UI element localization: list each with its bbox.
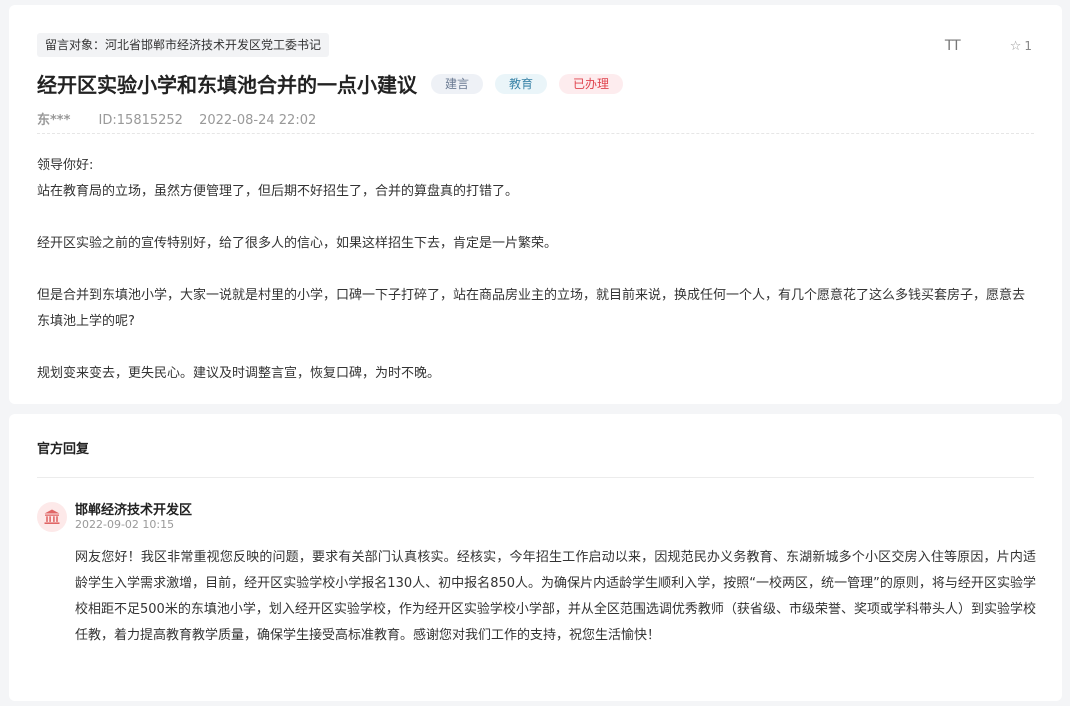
message-card: 留言对象：河北省邯郸市经济技术开发区党工委书记 TT ☆ 1 经开区实验小学和东… — [9, 5, 1062, 404]
tag-education: 教育 — [495, 73, 548, 94]
reply-heading: 官方回复 — [37, 442, 90, 457]
post-datetime: 2022-08-24 22:02 — [199, 113, 317, 128]
page-title: 经开区实验小学和东填池合并的一点小建议 — [37, 73, 417, 97]
font-size-icon[interactable]: TT — [944, 38, 961, 54]
font-size-label: TT — [944, 38, 961, 54]
star-icon: ☆ — [1009, 38, 1022, 54]
status-badge: 已办理 — [559, 73, 624, 94]
favorite-button[interactable]: ☆ 1 — [1010, 39, 1032, 54]
divider — [37, 477, 1034, 478]
content-paragraph: 站在教育局的立场，虽然方便管理了，但后期不好招生了，合并的算盘真的打错了。 — [37, 184, 519, 199]
org-name: 邯郸经济技术开发区 — [75, 503, 193, 518]
tag-suggestion: 建言 — [431, 73, 484, 94]
content-paragraph: 领导你好: — [37, 158, 94, 173]
content-paragraph: 但是合并到东填池小学，大家一说就是村里的小学，口碑一下子打碎了，站在商品房业主的… — [37, 288, 1026, 329]
post-meta: 东*** ID:15815252 2022-08-24 22:02 — [37, 109, 316, 128]
divider — [37, 133, 1034, 134]
title-row: 经开区实验小学和东填池合并的一点小建议 建言 教育 已办理 — [37, 69, 624, 98]
author-name: 东*** — [37, 113, 71, 128]
content-paragraph: 规划变来变去，更失民心。建议及时调整言宣，恢复口碑，为时不晚。 — [37, 366, 441, 381]
government-building-icon — [37, 502, 67, 532]
toolbar: TT ☆ 1 — [945, 38, 1032, 54]
content-paragraph: 经开区实验之前的宣传特别好，给了很多人的信心，如果这样招生下去，肯定是一片繁荣。 — [37, 236, 558, 251]
reply-date: 2022-09-02 10:15 — [75, 518, 175, 531]
recipient-label: 留言对象：河北省邯郸市经济技术开发区党工委书记 — [37, 33, 330, 57]
reply-content: 网友您好！我区非常重视您反映的问题，要求有关部门认真核实。经核实，今年招生工作启… — [75, 550, 1036, 643]
official-reply-card: 官方回复 邯郸经济技术开发区 2022-09-02 10:15 网友您好！我区非… — [9, 414, 1062, 701]
star-count: 1 — [1024, 39, 1032, 53]
message-content: 领导你好: 站在教育局的立场，虽然方便管理了，但后期不好招生了，合并的算盘真的打… — [37, 153, 1036, 387]
post-id: ID:15815252 — [98, 113, 183, 128]
